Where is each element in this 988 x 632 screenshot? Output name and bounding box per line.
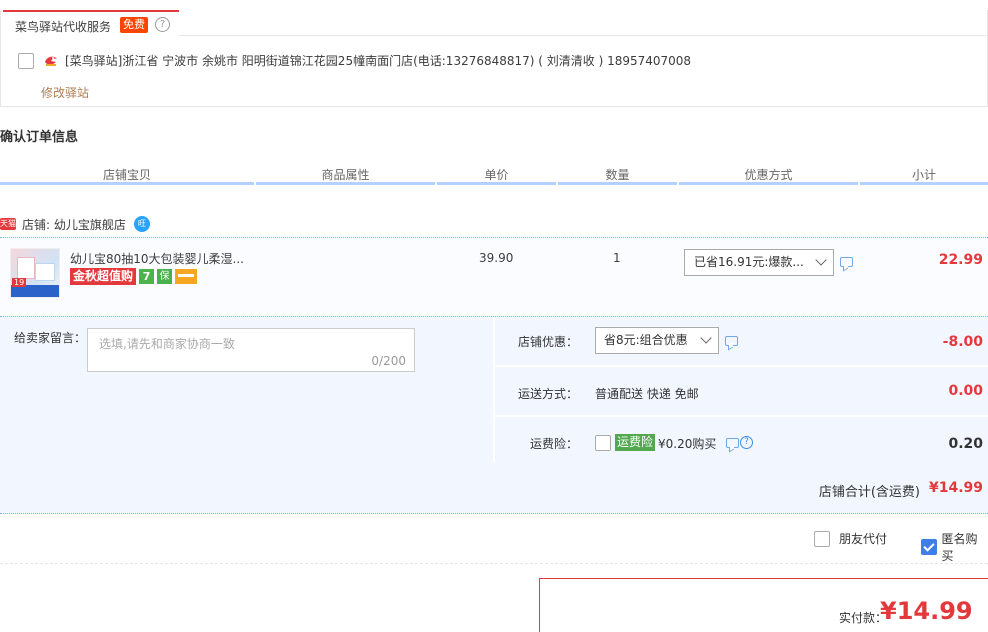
header-line	[679, 182, 858, 185]
pay-options: 朋友代付	[814, 530, 887, 547]
seven-day-return-icon: 7	[139, 269, 155, 284]
tab-divider	[179, 35, 987, 36]
shop-row: 天猫 店铺: 幼儿宝旗舰店 旺	[0, 213, 150, 235]
header-line	[558, 182, 677, 185]
row-divider	[495, 365, 988, 367]
friend-pay-checkbox[interactable]	[814, 530, 830, 547]
panel-divider	[493, 317, 495, 463]
anonymous-checkbox[interactable]	[921, 539, 937, 555]
station-tab-label: 菜鸟驿站代收服务	[15, 20, 112, 34]
col-header-discount: 优惠方式	[744, 168, 793, 182]
thumb-box	[35, 263, 55, 281]
item-subtotal: 22.99	[938, 252, 983, 268]
shipping-method: 普通配送 快递 免邮	[595, 387, 699, 401]
shop-total-label: 店铺合计(含运费)	[818, 485, 920, 500]
item-discount-select[interactable]: 已省16.91元:爆款...	[684, 249, 834, 276]
insurance-amount: 0.20	[948, 436, 983, 452]
wangwang-chat-icon[interactable]: 旺	[133, 216, 150, 232]
shop-discount-amount: -8.00	[942, 334, 983, 350]
message-icon[interactable]	[725, 336, 738, 346]
section-title: 确认订单信息	[0, 130, 79, 145]
free-badge: 免费	[120, 17, 148, 33]
shipping-amount: 0.00	[948, 383, 983, 399]
insurance-checkbox[interactable]	[595, 435, 611, 451]
payment-amount: ¥14.99	[880, 597, 973, 625]
order-item-row: 19 幼儿宝80抽10大包装婴儿柔湿... 金秋超值购 7 保 39.90 1 …	[0, 237, 988, 313]
col-header-attributes: 商品属性	[321, 168, 370, 182]
station-checkbox[interactable]	[18, 52, 34, 69]
payment-summary: 实付款： ¥14.99	[539, 578, 988, 632]
col-header-subtotal: 小计	[911, 168, 936, 182]
thumb-label: 19	[12, 278, 27, 287]
char-count: 0/200	[371, 354, 406, 368]
quantity: 1	[613, 251, 621, 265]
item-discount-value: 已省16.91元:爆款...	[694, 255, 804, 269]
col-header-unit-price: 单价	[484, 168, 509, 182]
col-header-shop-item: 店铺宝贝	[102, 168, 151, 182]
header-line	[437, 182, 556, 185]
table-header: 店铺宝贝 商品属性 单价 数量 优惠方式 小计	[0, 164, 988, 186]
station-tab[interactable]: 菜鸟驿站代收服务 免费 ?	[3, 10, 179, 38]
col-header-quantity: 数量	[605, 168, 630, 182]
order-details-panel: 给卖家留言： 选填,请先和商家协商一致 0/200 店铺优惠： 省8元:组合优惠…	[0, 316, 988, 463]
product-thumbnail[interactable]: 19	[10, 248, 60, 298]
message-icon[interactable]	[840, 257, 853, 267]
guarantee-icon: 保	[157, 269, 173, 284]
divider	[0, 563, 988, 564]
insurance-price: ¥0.20购买	[658, 437, 717, 451]
thumb-box	[17, 257, 35, 279]
tmall-icon: 天猫	[0, 218, 16, 230]
seller-message-label: 给卖家留言：	[14, 331, 87, 345]
chevron-down-icon	[815, 254, 827, 266]
station-address: [菜鸟驿站]浙江省 宁波市 余姚市 阳明街道锦江花园25幢南面门店(电话:132…	[65, 54, 692, 68]
help-icon[interactable]: ?	[155, 17, 170, 32]
promo-badge: 金秋超值购	[70, 268, 137, 285]
shop-total-amount: ¥14.99	[928, 480, 983, 496]
product-title[interactable]: 幼儿宝80抽10大包装婴儿柔湿...	[70, 250, 244, 267]
modify-station-link[interactable]: 修改驿站	[41, 84, 89, 101]
station-option: [菜鸟驿站]浙江省 宁波市 余姚市 阳明街道锦江花园25幢南面门店(电话:132…	[18, 52, 691, 69]
shop-name[interactable]: 店铺: 幼儿宝旗舰店	[22, 216, 126, 233]
shop-total-row: 店铺合计(含运费) ¥14.99	[0, 462, 988, 514]
cainiao-bird-icon	[43, 53, 59, 69]
header-line	[860, 182, 988, 185]
station-panel: 菜鸟驿站代收服务 免费 ? [菜鸟驿站]浙江省 宁波市 余姚市 阳明街道锦江花园…	[0, 10, 988, 107]
anonymous-option: 匿名购买	[921, 530, 988, 564]
shop-discount-label: 店铺优惠：	[517, 335, 578, 349]
seller-message-input[interactable]: 选填,请先和商家协商一致 0/200	[87, 328, 415, 372]
insurance-badge: 运费险	[615, 434, 656, 451]
header-line	[0, 182, 254, 185]
credit-card-icon	[175, 269, 198, 284]
chevron-down-icon	[700, 332, 712, 344]
header-line	[256, 182, 435, 185]
shipping-label: 运送方式：	[517, 387, 578, 401]
friend-pay-label[interactable]: 朋友代付	[839, 530, 887, 547]
unit-price: 39.90	[479, 251, 514, 265]
help-icon[interactable]: ?	[740, 436, 753, 449]
promo-icons: 金秋超值购 7 保	[70, 268, 198, 285]
message-icon[interactable]	[726, 438, 739, 448]
shop-discount-select[interactable]: 省8元:组合优惠	[595, 327, 719, 354]
insurance-label: 运费险：	[529, 437, 578, 451]
row-divider	[495, 415, 988, 417]
shop-discount-value: 省8元:组合优惠	[604, 333, 688, 347]
seller-message-placeholder: 选填,请先和商家协商一致	[99, 337, 235, 351]
anonymous-label[interactable]: 匿名购买	[942, 530, 988, 564]
